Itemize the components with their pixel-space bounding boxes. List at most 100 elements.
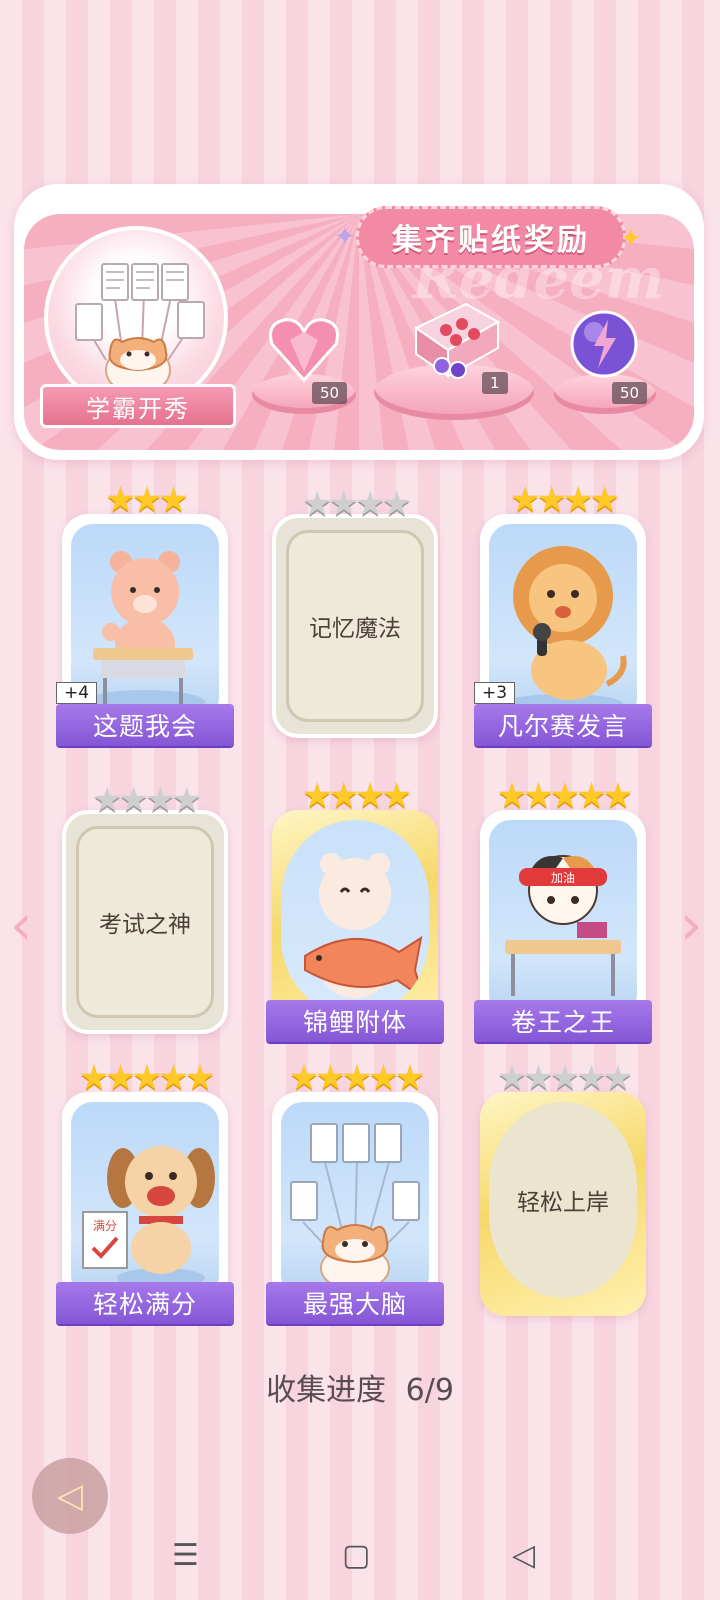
star-rating: ★★★★★: [480, 778, 646, 814]
star-filled-icon: ★: [315, 1058, 346, 1098]
star-rating: ★★★★★: [480, 1060, 646, 1096]
star-filled-icon: ★: [602, 776, 634, 816]
star-filled-icon: ★: [563, 480, 594, 520]
paper-text: 满分: [93, 1219, 117, 1233]
star-filled-icon: ★: [576, 776, 607, 816]
star-filled-icon: ★: [355, 776, 386, 816]
sticker-card[interactable]: ★★★★★ 满分 轻松满分: [56, 1060, 234, 1324]
locked-card-frame: 考试之神: [76, 826, 214, 1018]
gift-box-icon[interactable]: [406, 294, 506, 380]
star-filled-icon: ★: [328, 776, 360, 816]
star-empty-icon: ★: [171, 780, 202, 820]
star-rating: ★★★★: [272, 778, 438, 814]
cat-with-papers-icon: [75, 263, 205, 395]
star-empty-icon: ★: [576, 1058, 607, 1098]
star-filled-icon: ★: [158, 1058, 189, 1098]
star-rating: ★★★★: [480, 482, 646, 518]
star-filled-icon: ★: [158, 480, 189, 520]
star-empty-icon: ★: [328, 484, 360, 524]
star-filled-icon: ★: [394, 1058, 426, 1098]
reward-count: 50: [312, 382, 348, 404]
cat-with-papers-icon: [281, 1102, 429, 1298]
duplicate-count-badge: +4: [56, 682, 98, 704]
bear-with-koi-icon: [281, 820, 429, 1016]
dog-with-paper-icon: 满分: [71, 1102, 219, 1298]
next-page-arrow[interactable]: ›: [680, 898, 702, 954]
star-filled-icon: ★: [368, 1058, 399, 1098]
progress-value: 6/9: [405, 1373, 454, 1408]
star-filled-icon: ★: [131, 1058, 163, 1098]
card-name: 考试之神: [99, 912, 191, 937]
card-name: 凡尔赛发言: [474, 704, 652, 746]
star-filled-icon: ★: [131, 480, 163, 520]
sticker-card-locked[interactable]: ★★★★★ 轻松上岸: [480, 1060, 646, 1316]
duplicate-count-badge: +3: [474, 682, 516, 704]
star-filled-icon: ★: [105, 480, 136, 520]
card-name: 轻松满分: [56, 1282, 234, 1324]
star-filled-icon: ★: [184, 1058, 216, 1098]
star-rating: ★★★★: [276, 486, 434, 522]
star-filled-icon: ★: [536, 480, 568, 520]
star-rating: ★★★★★: [62, 1060, 228, 1096]
card-name: 卷王之王: [474, 1000, 652, 1042]
star-filled-icon: ★: [589, 480, 620, 520]
star-filled-icon: ★: [510, 480, 541, 520]
theme-bubble[interactable]: [44, 226, 228, 410]
purple-energy-orb-icon[interactable]: [568, 308, 640, 380]
reward-count: 50: [612, 382, 648, 404]
cat-studying-icon: 加油: [489, 820, 637, 1016]
star-rating: ★★★★★: [272, 1060, 438, 1096]
banner-title-text: 集齐贴纸奖励: [392, 223, 590, 258]
back-nav-button[interactable]: ◁: [512, 1538, 535, 1573]
theme-label: 学霸开秀: [40, 384, 236, 428]
sticker-card[interactable]: ★★★★ +3 凡尔赛发言: [474, 482, 652, 746]
menu-nav-button[interactable]: ☰: [172, 1538, 199, 1573]
star-filled-icon: ★: [78, 1058, 110, 1098]
collection-progress: 收集进度 6/9: [0, 1365, 720, 1409]
star-filled-icon: ★: [381, 776, 412, 816]
star-empty-icon: ★: [145, 780, 176, 820]
star-filled-icon: ★: [105, 1058, 136, 1098]
reward-count: 1: [482, 372, 508, 394]
star-empty-icon: ★: [602, 1058, 634, 1098]
pink-diamond-heart-icon[interactable]: [266, 310, 342, 386]
star-filled-icon: ★: [288, 1058, 320, 1098]
headband-text: 加油: [551, 871, 575, 885]
previous-page-arrow[interactable]: ‹: [10, 898, 32, 954]
star-empty-icon: ★: [381, 484, 412, 524]
locked-card-frame: 记忆魔法: [286, 530, 424, 722]
star-rating: ★★★: [62, 482, 228, 518]
star-filled-icon: ★: [302, 776, 333, 816]
star-filled-icon: ★: [341, 1058, 373, 1098]
sticker-card[interactable]: ★★★ +4 这题我会: [56, 482, 234, 746]
banner-title: 集齐贴纸奖励: [356, 206, 626, 268]
sparkle-icon: ✦: [334, 222, 356, 251]
star-filled-icon: ★: [496, 776, 528, 816]
star-filled-icon: ★: [523, 776, 554, 816]
progress-label: 收集进度: [266, 1373, 387, 1408]
star-empty-icon: ★: [355, 484, 386, 524]
card-name: 记忆魔法: [309, 616, 401, 641]
sticker-card[interactable]: ★★★★★ 最强大脑: [266, 1060, 444, 1324]
sparkle-icon: ✦: [620, 224, 642, 253]
sticker-card-locked[interactable]: ★★★★ 考试之神: [62, 782, 228, 1034]
sticker-card-locked[interactable]: ★★★★ 记忆魔法: [272, 486, 438, 738]
star-empty-icon: ★: [92, 780, 123, 820]
card-name: 轻松上岸: [517, 1190, 609, 1215]
star-empty-icon: ★: [118, 780, 150, 820]
floating-assist-button[interactable]: ◁: [32, 1458, 108, 1534]
sticker-card-gold[interactable]: ★★★★ 锦鲤附体: [266, 778, 444, 1042]
sticker-card[interactable]: ★★★★★ 加油 卷王之王: [474, 778, 652, 1042]
locked-card-frame: 轻松上岸: [489, 1102, 637, 1298]
star-rating: ★★★★: [66, 782, 224, 818]
star-empty-icon: ★: [302, 484, 333, 524]
sticker-reward-banner: Redeem 学霸开秀 ✦ 集齐贴纸奖励 ✦ 50 1 50: [14, 184, 704, 460]
star-empty-icon: ★: [549, 1058, 581, 1098]
card-name: 这题我会: [56, 704, 234, 746]
card-name: 最强大脑: [266, 1282, 444, 1324]
star-empty-icon: ★: [523, 1058, 554, 1098]
star-filled-icon: ★: [549, 776, 581, 816]
home-nav-button[interactable]: ▢: [342, 1538, 370, 1573]
star-empty-icon: ★: [496, 1058, 528, 1098]
card-name: 锦鲤附体: [266, 1000, 444, 1042]
